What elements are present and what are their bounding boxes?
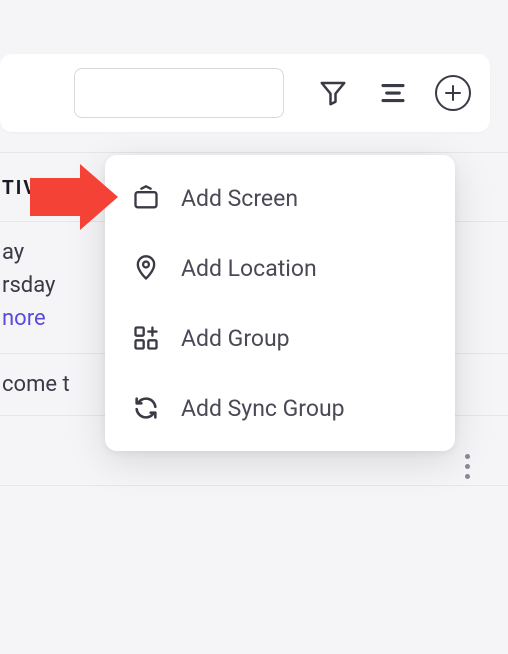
screen-icon (131, 183, 161, 213)
add-dropdown: Add Screen Add Location Add Group (105, 155, 455, 451)
dropdown-label: Add Group (181, 325, 290, 352)
callout-arrow (30, 178, 80, 216)
add-button[interactable] (434, 74, 472, 112)
row-menu-button[interactable] (465, 454, 470, 479)
add-location-item[interactable]: Add Location (105, 233, 455, 303)
plus-circle-icon (435, 75, 471, 111)
lines-icon (378, 78, 408, 108)
sync-icon (131, 393, 161, 423)
sort-button[interactable] (374, 74, 412, 112)
filter-button[interactable] (314, 74, 352, 112)
add-sync-group-item[interactable]: Add Sync Group (105, 373, 455, 443)
group-icon (131, 323, 161, 353)
dropdown-label: Add Sync Group (181, 395, 345, 422)
search-input[interactable] (74, 68, 284, 118)
add-screen-item[interactable]: Add Screen (105, 163, 455, 233)
kebab-icon (465, 454, 470, 459)
dropdown-label: Add Screen (181, 185, 298, 212)
cell-text: come t (2, 372, 70, 397)
dropdown-label: Add Location (181, 255, 317, 282)
toolbar (0, 54, 490, 132)
location-icon (131, 253, 161, 283)
funnel-icon (318, 78, 348, 108)
add-group-item[interactable]: Add Group (105, 303, 455, 373)
